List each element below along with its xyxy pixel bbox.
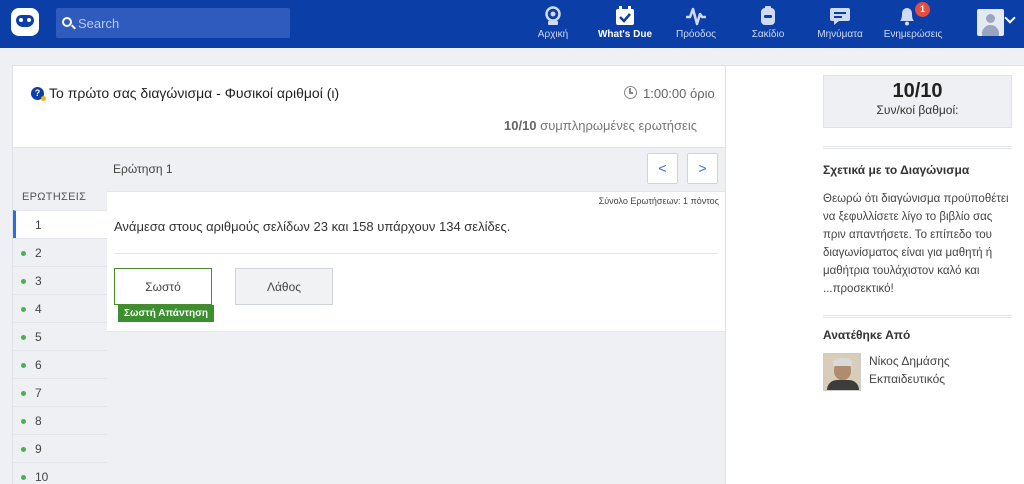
about-quiz-title: Σχετικά με το Διαγώνισμα — [823, 163, 970, 177]
search-input[interactable] — [78, 8, 283, 38]
questions-list: ΕΡΩΤΗΣΕΙΣ 1 2 3 4 5 6 7 8 9 10 — [13, 148, 107, 484]
quiz-title: Το πρώτο σας διαγώνισμα - Φυσικοί αριθμο… — [49, 85, 340, 101]
nav-home-label: Αρχική — [537, 29, 569, 40]
author-role: Εκπαιδευτικός — [869, 372, 946, 386]
question-item[interactable]: 4 — [13, 294, 107, 322]
question-item[interactable]: 5 — [13, 322, 107, 350]
answer-false-button[interactable]: Λάθος — [235, 268, 333, 305]
author-name[interactable]: Νίκος Δημάσης — [869, 354, 950, 368]
question-points: Σύνολο Ερωτήσεων: 1 πόντος — [598, 196, 719, 206]
answered-dot-icon — [21, 419, 26, 424]
answer-true-button[interactable]: Σωστό — [114, 268, 212, 305]
clock-icon — [624, 86, 637, 99]
pulse-icon — [686, 7, 706, 26]
edmodo-logo-icon[interactable] — [11, 8, 39, 36]
question-number: 8 — [35, 414, 42, 428]
question-item[interactable]: 6 — [13, 350, 107, 378]
score-value: 10/10 — [892, 80, 943, 102]
question-item[interactable]: 7 — [13, 378, 107, 406]
backpack-icon — [761, 6, 775, 25]
search-box — [56, 8, 290, 38]
answered-dot-icon — [21, 447, 26, 452]
question-item[interactable]: 8 — [13, 406, 107, 434]
chat-icon — [830, 8, 850, 25]
calendar-check-icon — [616, 6, 634, 25]
right-sidebar: 10/10 Συν/κοί βαθμοί: Σχετικά με το Διαγ… — [726, 65, 1024, 484]
question-text: Ανάμεσα στους αριθμούς σελίδων 23 και 15… — [114, 219, 511, 234]
completed-count: 10/10 — [504, 118, 537, 133]
question-item[interactable]: 1 — [13, 210, 107, 238]
previous-question-button[interactable]: < — [647, 153, 678, 184]
divider — [823, 146, 1012, 149]
answered-dot-icon — [21, 251, 26, 256]
question-item[interactable]: 2 — [13, 238, 107, 266]
question-label: Ερώτηση 1 — [113, 162, 173, 176]
score-box: 10/10 Συν/κοί βαθμοί: — [823, 75, 1012, 128]
question-item[interactable]: 3 — [13, 266, 107, 294]
question-number: 10 — [35, 470, 49, 484]
correct-answer-tag: Σωστή Απάντηση — [118, 305, 214, 322]
nav-notifications[interactable]: 1 Ενημερώσεις — [882, 2, 944, 45]
quiz-icon: ? — [31, 87, 46, 101]
completed-text: συμπληρωμένες ερωτήσεις — [540, 118, 697, 133]
search-icon — [62, 17, 72, 27]
nav-progress-label: Πρόοδος — [676, 29, 716, 40]
assigned-by-title: Ανατέθηκε Από — [823, 328, 911, 342]
question-number: 3 — [35, 274, 42, 288]
question-number: 9 — [35, 442, 42, 456]
question-card: Σύνολο Ερωτήσεων: 1 πόντος Ανάμεσα στους… — [107, 191, 725, 332]
answered-dot-icon — [21, 363, 26, 368]
question-item[interactable]: 9 — [13, 434, 107, 462]
score-label: Συν/κοί βαθμοί: — [876, 103, 959, 117]
divider — [114, 253, 718, 254]
nav-progress[interactable]: Πρόοδος — [672, 3, 720, 45]
question-number: 2 — [35, 246, 42, 260]
answered-dot-icon — [21, 475, 26, 480]
question-number: 1 — [35, 218, 42, 232]
nav-messages[interactable]: Μηνύματα — [814, 3, 866, 45]
nav-backpack-label: Σακίδιο — [751, 29, 785, 40]
question-item[interactable]: 10 — [13, 462, 107, 484]
questions-header: ΕΡΩΤΗΣΕΙΣ — [22, 191, 87, 203]
answered-dot-icon — [21, 307, 26, 312]
question-number: 5 — [35, 330, 42, 344]
user-avatar[interactable] — [977, 9, 1004, 36]
question-number: 6 — [35, 358, 42, 372]
answered-dot-icon — [21, 335, 26, 340]
divider — [823, 315, 1012, 318]
about-quiz-text: Θεωρώ ότι διαγώνισμα προϋποθέτει να ξεφυ… — [823, 193, 1009, 295]
quiz-panel: ? Το πρώτο σας διαγώνισμα - Φυσικοί αριθ… — [12, 65, 726, 484]
nav-notifications-label: Ενημερώσεις — [883, 29, 943, 40]
notification-count-badge: 1 — [915, 2, 930, 17]
home-icon — [545, 6, 561, 25]
nav-home[interactable]: Αρχική — [528, 3, 578, 45]
quiz-header: ? Το πρώτο σας διαγώνισμα - Φυσικοί αριθ… — [13, 66, 725, 148]
question-number: 7 — [35, 386, 42, 400]
question-number: 4 — [35, 302, 42, 316]
answered-dot-icon — [21, 391, 26, 396]
chevron-down-icon[interactable] — [1004, 12, 1016, 24]
next-question-button[interactable]: > — [687, 153, 718, 184]
time-limit: 1:00:00 όριο — [643, 86, 715, 101]
nav-whats-due[interactable]: What's Due — [597, 3, 653, 45]
nav-messages-label: Μηνύματα — [817, 29, 863, 40]
author-avatar[interactable] — [823, 353, 861, 391]
top-navigation-bar: Αρχική What's Due Πρόοδος Σακίδιο Μηνύμα… — [0, 0, 1024, 48]
nav-whats-due-label: What's Due — [597, 29, 653, 40]
completed-questions: 10/10 συμπληρωμένες ερωτήσεις — [504, 118, 697, 133]
nav-backpack[interactable]: Σακίδιο — [745, 3, 791, 45]
answered-dot-icon — [21, 279, 26, 284]
